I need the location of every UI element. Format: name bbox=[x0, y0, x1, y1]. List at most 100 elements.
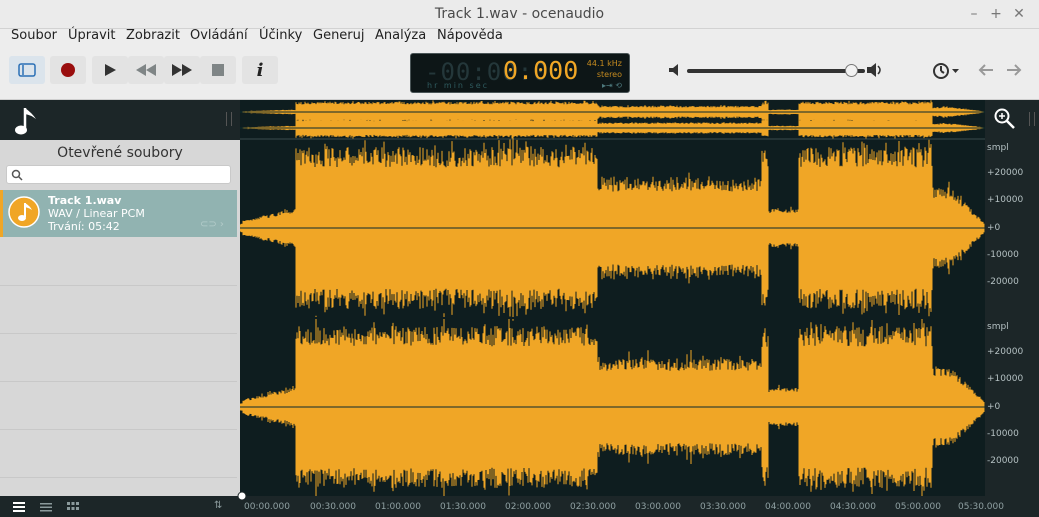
music-note-icon bbox=[15, 108, 36, 135]
minimize-icon[interactable]: – bbox=[964, 4, 984, 24]
time-tick: 03:00.000 bbox=[635, 502, 681, 512]
time-tick: 02:00.000 bbox=[505, 502, 551, 512]
volume-slider-handle[interactable] bbox=[844, 64, 858, 77]
waveform-canvas[interactable] bbox=[240, 100, 985, 496]
time-tick: 02:30.000 bbox=[570, 502, 616, 512]
time-display: -00:00:0 0.000 hr min sec 44.1 kHz stere… bbox=[410, 53, 630, 93]
forward-arrow-icon[interactable] bbox=[1006, 64, 1022, 76]
fast-forward-button[interactable] bbox=[164, 56, 200, 84]
rewind-button[interactable] bbox=[128, 56, 164, 84]
audio-file-icon bbox=[8, 196, 40, 228]
list-divider bbox=[0, 429, 237, 430]
volume-high-icon bbox=[867, 63, 881, 77]
time-tick: 05:00.000 bbox=[895, 502, 941, 512]
playhead-marker-icon[interactable] bbox=[236, 490, 248, 502]
fast-forward-icon bbox=[172, 64, 192, 76]
window-title: Track 1.wav - ocenaudio bbox=[434, 6, 605, 22]
rewind-icon bbox=[136, 64, 156, 76]
left-channel bbox=[240, 135, 985, 321]
zoom-in-icon[interactable] bbox=[994, 108, 1016, 130]
ruler-unit-bottom: smpl bbox=[987, 322, 1009, 332]
grid-view-icon[interactable] bbox=[67, 502, 79, 512]
back-arrow-icon[interactable] bbox=[978, 64, 994, 76]
list-divider bbox=[0, 477, 237, 478]
time-tick: 01:30.000 bbox=[440, 502, 486, 512]
menu-bar: Soubor Úpravit Zobrazit Ovládání Účinky … bbox=[0, 29, 1039, 47]
waveform-editor[interactable] bbox=[240, 100, 985, 517]
sample-rate: 44.1 kHz bbox=[586, 59, 622, 68]
close-icon[interactable]: ✕ bbox=[1009, 4, 1029, 24]
maximize-icon[interactable]: + bbox=[986, 4, 1006, 24]
menu-analyza[interactable]: Analýza bbox=[375, 29, 426, 43]
sidebar-toggle-button[interactable] bbox=[9, 56, 45, 84]
file-format: WAV / Linear PCM bbox=[48, 207, 145, 220]
ruler-tick: -20000 bbox=[987, 277, 1019, 287]
amplitude-ruler: smpl +20000 +10000 +0 -10000 -20000 smpl… bbox=[985, 100, 1039, 517]
file-search-input[interactable] bbox=[6, 165, 231, 184]
file-duration: Trvání: 05:42 bbox=[48, 220, 120, 233]
link-icon[interactable]: ⊂⊃ › bbox=[200, 219, 224, 230]
ruler-tick: -10000 bbox=[987, 250, 1019, 260]
menu-ovladani[interactable]: Ovládání bbox=[190, 29, 248, 43]
list-divider bbox=[0, 381, 237, 382]
time-tick: 00:30.000 bbox=[310, 502, 356, 512]
channel-mode: stereo bbox=[596, 70, 622, 79]
format-info: 44.1 kHz stereo ▸⇥ ⟲ bbox=[587, 58, 622, 91]
time-tick: 03:30.000 bbox=[700, 502, 746, 512]
history-button[interactable] bbox=[928, 58, 964, 84]
ruler-tick: +20000 bbox=[987, 347, 1024, 357]
time-display-value: 0.000 bbox=[503, 56, 579, 85]
ruler-tick: -10000 bbox=[987, 429, 1019, 439]
stop-button[interactable] bbox=[200, 56, 236, 84]
right-channel-path bbox=[240, 313, 985, 496]
time-tick: 01:00.000 bbox=[375, 502, 421, 512]
sidebar-title: Otevřené soubory bbox=[57, 145, 183, 161]
time-tick: 00:00.000 bbox=[244, 502, 290, 512]
info-icon: i bbox=[256, 59, 264, 81]
menu-ucinky[interactable]: Účinky bbox=[259, 29, 302, 43]
search-icon bbox=[11, 169, 23, 181]
menu-zobrazit[interactable]: Zobrazit bbox=[126, 29, 180, 43]
ruler-tick: +0 bbox=[987, 223, 1001, 233]
volume-slider[interactable] bbox=[687, 69, 865, 73]
play-icon bbox=[105, 64, 116, 76]
menu-napoveda[interactable]: Nápověda bbox=[437, 29, 503, 43]
list-divider bbox=[0, 285, 237, 286]
ruler-unit-top: smpl bbox=[987, 143, 1009, 153]
file-list-item[interactable]: Track 1.wav WAV / Linear PCM Trvání: 05:… bbox=[0, 190, 237, 237]
sort-icon[interactable]: ⇅ bbox=[214, 500, 222, 511]
time-tick: 04:00.000 bbox=[765, 502, 811, 512]
time-ruler[interactable]: 00:00.000 00:30.000 01:00.000 01:30.000 … bbox=[237, 491, 1004, 517]
clock-icon bbox=[933, 63, 959, 79]
files-sidebar: Otevřené soubory Track 1.wav WAV / Linea… bbox=[0, 100, 240, 517]
sidebar-header bbox=[0, 100, 240, 140]
info-button[interactable]: i bbox=[242, 56, 278, 84]
right-channel bbox=[240, 313, 985, 496]
stop-icon bbox=[212, 64, 224, 76]
ruler-resize-grip[interactable] bbox=[1029, 112, 1035, 126]
menu-generuj[interactable]: Generuj bbox=[313, 29, 365, 43]
record-button[interactable] bbox=[50, 56, 86, 84]
menu-upravit[interactable]: Úpravit bbox=[68, 29, 115, 43]
time-tick: 04:30.000 bbox=[830, 502, 876, 512]
playback-mode-icons: ▸⇥ ⟲ bbox=[602, 81, 622, 90]
ruler-tick: +20000 bbox=[987, 168, 1024, 178]
time-units: hr min sec bbox=[427, 81, 490, 90]
compact-view-icon[interactable] bbox=[40, 502, 52, 512]
time-tick: 05:30.000 bbox=[958, 502, 1004, 512]
ruler-tick: +10000 bbox=[987, 374, 1024, 384]
list-divider bbox=[0, 333, 237, 334]
sidebar-toggle-icon bbox=[18, 63, 36, 77]
title-bar: Track 1.wav - ocenaudio – + ✕ bbox=[0, 0, 1039, 29]
toolbar: i -00:00:0 0.000 hr min sec 44.1 kHz ste… bbox=[0, 47, 1039, 100]
ruler-tick: -20000 bbox=[987, 456, 1019, 466]
ruler-tick: +10000 bbox=[987, 195, 1024, 205]
menu-soubor[interactable]: Soubor bbox=[11, 29, 57, 43]
sidebar-resize-grip[interactable] bbox=[226, 112, 232, 126]
list-view-icon[interactable] bbox=[13, 502, 25, 512]
play-button[interactable] bbox=[92, 56, 128, 84]
ruler-tick: +0 bbox=[987, 402, 1001, 412]
record-icon bbox=[61, 63, 75, 77]
file-name: Track 1.wav bbox=[48, 194, 122, 207]
volume-low-icon bbox=[669, 64, 678, 76]
